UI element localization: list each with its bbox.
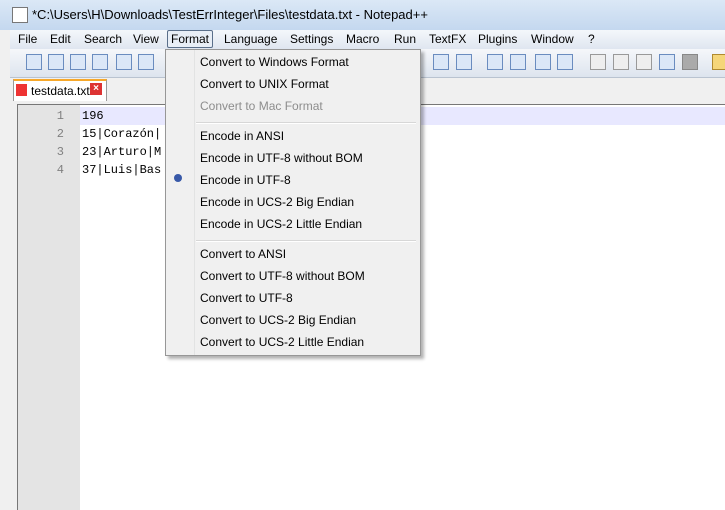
sync-vertical-icon[interactable] (433, 54, 449, 70)
close-tab-icon[interactable]: × (90, 83, 102, 95)
menu-item-encode-ansi[interactable]: Encode in ANSI (200, 129, 284, 143)
menu-help[interactable]: ? (588, 32, 595, 46)
run-macro-multiple-icon[interactable] (659, 54, 675, 70)
tab-label: testdata.txt (31, 84, 90, 98)
close-all-icon[interactable] (138, 54, 154, 70)
menu-item-convert-unix[interactable]: Convert to UNIX Format (200, 77, 329, 91)
menu-bar: File Edit Search View Format Language Se… (10, 30, 725, 49)
menu-search[interactable]: Search (84, 32, 122, 46)
show-all-chars-icon[interactable] (510, 54, 526, 70)
save-all-icon[interactable] (92, 54, 108, 70)
menu-item-encode-ucs2-le[interactable]: Encode in UCS-2 Little Endian (200, 217, 362, 231)
menu-item-convert-windows[interactable]: Convert to Windows Format (200, 55, 349, 69)
user-language-icon[interactable] (557, 54, 573, 70)
menu-language[interactable]: Language (224, 32, 277, 46)
menu-edit[interactable]: Edit (50, 32, 71, 46)
menu-window[interactable]: Window (531, 32, 574, 46)
menu-item-encode-ucs2-be[interactable]: Encode in UCS-2 Big Endian (200, 195, 354, 209)
word-wrap-icon[interactable] (487, 54, 503, 70)
menu-item-convert-ansi[interactable]: Convert to ANSI (200, 247, 286, 261)
menu-plugins[interactable]: Plugins (478, 32, 517, 46)
menu-item-encode-utf8-nobom[interactable]: Encode in UTF-8 without BOM (200, 151, 363, 165)
menu-separator (196, 240, 416, 242)
menu-run[interactable]: Run (394, 32, 416, 46)
title-bar: *C:\Users\H\Downloads\TestErrInteger\Fil… (0, 0, 725, 30)
menu-item-convert-ucs2-le[interactable]: Convert to UCS-2 Little Endian (200, 335, 364, 349)
radio-checked-icon (174, 174, 182, 182)
text-line[interactable]: 37|Luis|Bas (82, 163, 161, 177)
new-file-icon[interactable] (26, 54, 42, 70)
sync-horizontal-icon[interactable] (456, 54, 472, 70)
format-menu-dropdown: Convert to Windows Format Convert to UNI… (165, 49, 421, 356)
save-icon[interactable] (70, 54, 86, 70)
menu-format[interactable]: Format (167, 30, 214, 48)
line-number: 3 (56, 145, 64, 159)
record-macro-icon[interactable] (590, 54, 606, 70)
menu-view[interactable]: View (133, 32, 159, 46)
close-icon[interactable] (116, 54, 132, 70)
menu-file[interactable]: File (18, 32, 37, 46)
menu-separator (196, 122, 416, 124)
window-title: *C:\Users\H\Downloads\TestErrInteger\Fil… (32, 7, 428, 22)
line-number: 2 (56, 127, 64, 141)
menu-item-convert-utf8[interactable]: Convert to UTF-8 (200, 291, 293, 305)
save-macro-icon[interactable] (682, 54, 698, 70)
line-number: 1 (56, 109, 64, 123)
menu-item-convert-ucs2-be[interactable]: Convert to UCS-2 Big Endian (200, 313, 356, 327)
menu-item-convert-mac: Convert to Mac Format (200, 99, 323, 113)
menu-item-convert-utf8-nobom[interactable]: Convert to UTF-8 without BOM (200, 269, 365, 283)
text-line[interactable]: 23|Arturo|M (82, 145, 161, 159)
file-modified-icon (16, 84, 27, 96)
stop-macro-icon[interactable] (613, 54, 629, 70)
menu-item-encode-utf8[interactable]: Encode in UTF-8 (200, 173, 291, 187)
indent-guide-icon[interactable] (535, 54, 551, 70)
menu-macro[interactable]: Macro (346, 32, 379, 46)
menu-settings[interactable]: Settings (290, 32, 333, 46)
text-line[interactable]: 15|Corazón| (82, 127, 161, 141)
text-line[interactable]: 196 (82, 109, 104, 123)
open-file-icon[interactable] (48, 54, 64, 70)
menu-gutter (194, 50, 195, 355)
line-number-gutter: 1 2 3 4 (18, 105, 80, 510)
play-macro-icon[interactable] (636, 54, 652, 70)
tab-testdata[interactable]: testdata.txt × (13, 79, 107, 101)
line-number: 4 (56, 163, 64, 177)
menu-textfx[interactable]: TextFX (429, 32, 466, 46)
notepad-app-icon (12, 7, 28, 23)
folder-icon[interactable] (712, 54, 725, 70)
